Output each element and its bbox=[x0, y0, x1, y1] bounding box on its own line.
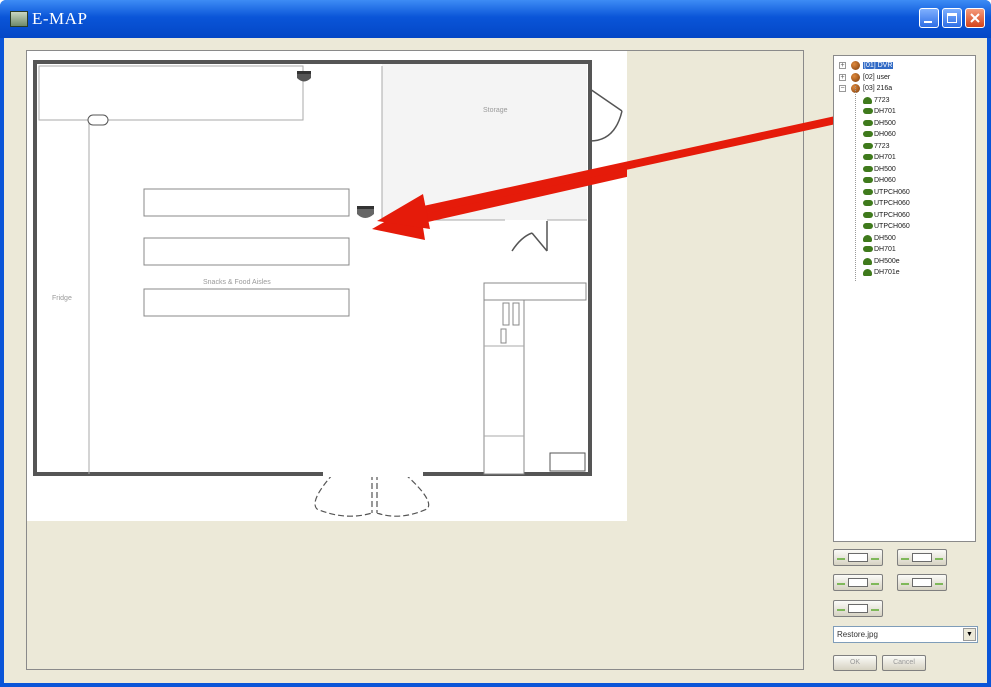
tree-node-label: DH500 bbox=[874, 165, 896, 173]
box-camera-icon bbox=[863, 246, 873, 252]
floor-plan-image: Storage Fridge Snacks & Food Aisles bbox=[27, 51, 627, 521]
maximize-icon bbox=[947, 13, 957, 23]
box-camera-icon bbox=[863, 223, 873, 229]
title-bar[interactable]: E-MAP bbox=[0, 0, 991, 38]
map-file-value: Restore.jpg bbox=[837, 630, 878, 639]
minimize-icon bbox=[924, 21, 932, 23]
tree-node-label: DH500 bbox=[874, 234, 896, 242]
storage-room bbox=[382, 62, 587, 220]
tree-node-label: DH060 bbox=[874, 177, 896, 184]
room-label-storage: Storage bbox=[483, 107, 508, 114]
box-camera-icon bbox=[863, 165, 873, 172]
box-camera-icon bbox=[863, 108, 873, 114]
box-camera-icon bbox=[863, 211, 873, 218]
tree-connector-line bbox=[855, 86, 856, 281]
box-camera-icon bbox=[863, 131, 873, 137]
tree-node-label: UTPCH060 bbox=[874, 188, 910, 196]
tree-node-label: UTPCH060 bbox=[874, 200, 910, 207]
expand-icon[interactable]: + bbox=[839, 73, 846, 81]
window-title: E-MAP bbox=[32, 9, 88, 28]
box-camera-icon bbox=[863, 188, 873, 195]
tree-node-label: [02] user bbox=[863, 73, 891, 81]
entrance-door-left bbox=[314, 473, 373, 517]
expand-icon[interactable]: + bbox=[839, 62, 846, 69]
open-map-button[interactable] bbox=[833, 574, 883, 591]
delete-map-icon bbox=[848, 604, 868, 613]
add-map-button[interactable] bbox=[833, 549, 883, 566]
map-camera-icon[interactable] bbox=[87, 114, 109, 126]
tree-node-label: UTPCH060 bbox=[874, 223, 910, 230]
entrance-door-right bbox=[376, 473, 430, 517]
box-camera-icon bbox=[863, 154, 873, 160]
dome-camera-icon bbox=[863, 257, 872, 265]
tree-node-label: DH701 bbox=[874, 154, 896, 161]
dome-camera-icon bbox=[863, 96, 872, 104]
aisle-shelf bbox=[143, 288, 350, 317]
room-label-aisles: Snacks & Food Aisles bbox=[203, 279, 271, 286]
dome-camera-icon bbox=[863, 269, 872, 276]
aisle-shelf bbox=[143, 237, 350, 266]
box-camera-icon bbox=[863, 119, 873, 126]
map-view[interactable]: Storage Fridge Snacks & Food Aisles bbox=[26, 50, 804, 670]
maximize-button[interactable] bbox=[942, 8, 962, 28]
tree-node-label: DH500e bbox=[874, 257, 900, 265]
server-icon bbox=[851, 72, 860, 82]
tree-node-label: DH701 bbox=[874, 246, 896, 253]
tree-node-label: [03] 216a bbox=[863, 85, 893, 92]
ok-button[interactable]: OK bbox=[833, 655, 877, 671]
tree-node-label: DH500 bbox=[874, 119, 896, 127]
edit-map-icon bbox=[912, 553, 932, 562]
tree-node-label: 7723 bbox=[874, 142, 890, 150]
collapse-icon[interactable]: − bbox=[839, 85, 846, 92]
storage-door bbox=[589, 88, 623, 142]
box-camera-icon bbox=[863, 177, 873, 183]
tree-server-node[interactable]: + [01] DVR bbox=[834, 60, 974, 71]
chevron-down-icon[interactable]: ▼ bbox=[963, 628, 976, 641]
window-client-area: Storage Fridge Snacks & Food Aisles + [01… bbox=[4, 38, 987, 683]
device-tree[interactable]: + [01] DVR + [02] user − [03] 216a 7723 DH701 DH… bbox=[833, 55, 976, 542]
emap-window: E-MAP Storage Fridge Snacks & Food Aisle… bbox=[0, 0, 991, 687]
add-map-icon bbox=[848, 553, 868, 562]
tree-node-label: [01] DVR bbox=[863, 62, 894, 69]
tree-node-label: 7723 bbox=[874, 96, 890, 104]
box-camera-icon bbox=[863, 200, 873, 206]
floor-plan-drawing bbox=[33, 60, 627, 517]
edit-map-button[interactable] bbox=[897, 549, 947, 566]
aisle-shelf bbox=[143, 188, 350, 217]
tree-node-label: UTPCH060 bbox=[874, 211, 910, 219]
save-map-button[interactable] bbox=[897, 574, 947, 591]
minimize-button[interactable] bbox=[919, 8, 939, 28]
dome-camera-icon bbox=[863, 234, 872, 242]
tree-node-label: DH701 bbox=[874, 108, 896, 115]
map-camera-icon[interactable] bbox=[357, 206, 374, 218]
save-map-icon bbox=[912, 578, 932, 587]
close-button[interactable] bbox=[965, 8, 985, 28]
tree-node-label: DH060 bbox=[874, 131, 896, 138]
box-camera-icon bbox=[863, 142, 873, 149]
tree-server-node[interactable]: + [02] user bbox=[834, 72, 974, 83]
interior-door bbox=[511, 221, 548, 252]
delete-map-button[interactable] bbox=[833, 600, 883, 617]
map-camera-icon[interactable] bbox=[297, 71, 311, 82]
map-file-select[interactable]: Restore.jpg ▼ bbox=[833, 626, 978, 643]
open-map-icon bbox=[848, 578, 868, 587]
app-icon bbox=[10, 11, 28, 27]
server-icon bbox=[851, 61, 860, 70]
close-icon bbox=[970, 13, 980, 23]
room-label-fridge: Fridge bbox=[52, 295, 72, 302]
tree-node-label: DH701e bbox=[874, 269, 900, 276]
cancel-button[interactable]: Cancel bbox=[882, 655, 926, 671]
